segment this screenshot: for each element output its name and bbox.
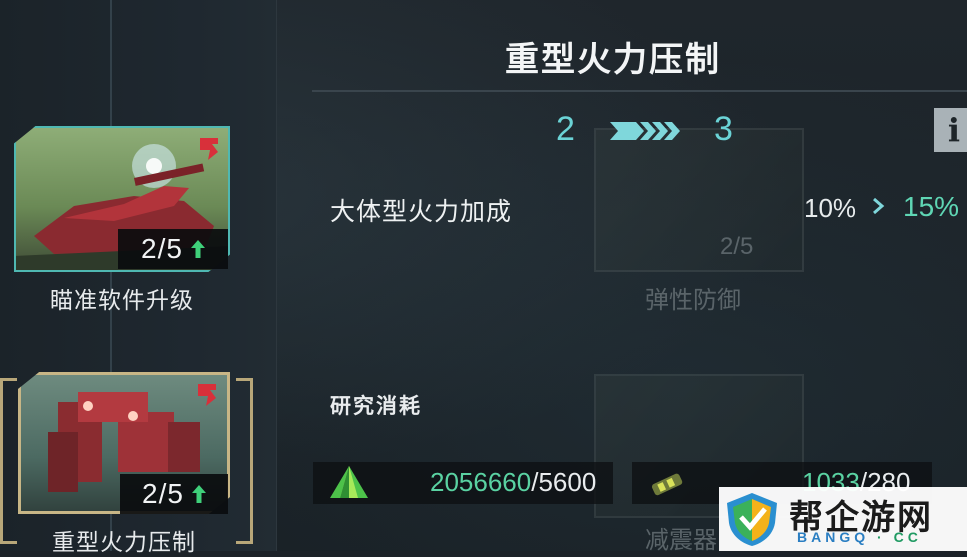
stat-label: 大体型火力加成 — [330, 198, 513, 226]
site-watermark: 帮企游网 BANGQ · CC — [719, 487, 967, 551]
alert-flag-icon — [200, 138, 218, 160]
node-name: 重型火力压制 — [52, 529, 196, 555]
selection-bracket-left — [0, 378, 17, 544]
chevron-right-icon — [873, 197, 885, 215]
watermark-sub-a: BANGQ — [797, 529, 870, 545]
info-button[interactable]: i — [934, 108, 967, 152]
selection-bracket-right — [236, 378, 253, 544]
shock-absorber-part-icon — [651, 473, 683, 496]
stat-old-value: 10% — [804, 193, 857, 223]
shield-logo-icon — [727, 493, 777, 546]
skill-node-heavy-firepower[interactable]: 2/5 — [18, 372, 230, 514]
green-crystal-icon — [330, 466, 368, 498]
level-to: 3 — [714, 110, 733, 148]
cost-have: 2056660 — [430, 467, 532, 497]
node-level: 2/5 — [141, 233, 183, 264]
level-tag: 2/5 — [118, 229, 228, 269]
ghost-node-name: 减震器 — [645, 527, 717, 554]
watermark-subtitle: BANGQ · CC — [797, 529, 922, 545]
watermark-sub-dot: · — [877, 529, 886, 545]
node-level: 2/5 — [142, 478, 184, 509]
alert-flag-icon — [198, 384, 216, 406]
panel-title: 重型火力压制 — [505, 40, 721, 80]
cost-section-title: 研究消耗 — [330, 393, 422, 418]
ghost-node-name: 弹性防御 — [645, 287, 741, 314]
ghost-node-level: 2/5 — [720, 233, 754, 260]
upgrade-arrow-icon — [190, 240, 205, 258]
level-chevrons-icon — [610, 122, 680, 140]
skill-node-aiming-software[interactable]: 2/5 — [14, 126, 230, 272]
title-divider — [312, 90, 967, 92]
ghost-skill-card — [594, 128, 804, 272]
level-from: 2 — [556, 110, 575, 148]
upgrade-arrow-icon — [191, 485, 206, 503]
stat-new-value: 15% — [903, 191, 960, 222]
node-name: 瞄准软件升级 — [50, 287, 194, 313]
cost-need: 5600 — [538, 467, 597, 497]
level-tag: 2/5 — [120, 474, 228, 514]
watermark-sub-b: CC — [893, 529, 922, 545]
cost-amount: 2056660/5600 — [430, 467, 596, 498]
